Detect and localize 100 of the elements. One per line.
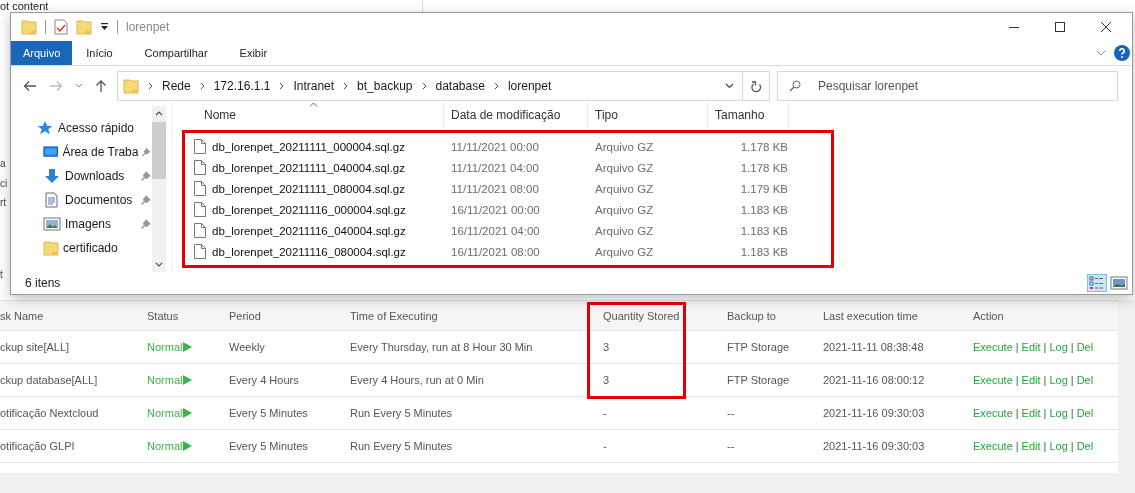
table-cell-text: 1.183 KB xyxy=(739,245,789,258)
table-cell-text: Every 4 Hours, run at 0 Min xyxy=(350,374,485,386)
table-cell-text: 16/11/2021 04:00 xyxy=(450,224,541,237)
table-cell-text: Arquivo GZ xyxy=(594,245,655,258)
file-name[interactable]: db_lorenpet_20211111_040004.sql.gz xyxy=(212,161,405,174)
breadcrumb-item[interactable]: lorenpet xyxy=(507,79,552,93)
table-cell-text: Weekly xyxy=(229,341,266,353)
sidebar-item[interactable]: Documentos xyxy=(11,188,152,212)
column-header[interactable]: Tamanho xyxy=(708,102,789,128)
page-text: rt xyxy=(0,196,8,210)
play-icon[interactable] xyxy=(183,408,193,418)
folder-icon xyxy=(43,240,59,256)
page-text: a xyxy=(0,157,7,171)
separator-text: | xyxy=(1043,407,1047,419)
column-header: Backup to xyxy=(727,309,777,322)
sidebar-item[interactable]: Acesso rápido xyxy=(11,116,152,140)
table-cell-text: ckup site[ALL] xyxy=(0,341,71,353)
file-icon xyxy=(194,244,206,259)
table-cell-text: 2021-11-16 09:30:03 xyxy=(823,407,926,419)
sidebar-item[interactable]: Downloads xyxy=(11,164,152,188)
folder-icon xyxy=(76,19,92,35)
table-cell-text: Arquivo GZ xyxy=(594,140,655,153)
column-header[interactable]: Tipo xyxy=(588,102,708,128)
play-icon[interactable] xyxy=(183,342,193,352)
close-icon[interactable] xyxy=(1100,21,1112,33)
maximize-icon[interactable] xyxy=(1054,21,1066,33)
table-cell-text: 1.179 KB xyxy=(739,182,789,195)
file-name[interactable]: db_lorenpet_20211116_040004.sql.gz xyxy=(212,224,406,237)
up-icon[interactable] xyxy=(95,79,107,93)
chevron-icon xyxy=(493,82,499,90)
table-cell-text: 11/11/2021 08:00 xyxy=(450,182,540,195)
search-field[interactable]: Pesquisar lorenpet xyxy=(777,71,1118,101)
breadcrumb-item[interactable]: bt_backup xyxy=(357,79,413,93)
star-icon xyxy=(36,120,54,136)
status-text: Normal xyxy=(147,407,183,419)
ribbon-tab[interactable]: Início xyxy=(72,41,131,65)
table-cell-text: otificação Nextcloud xyxy=(0,407,100,419)
address-bar[interactable]: Rede 172.16.1.1 Intranet bt_backup database lorenpet xyxy=(117,71,770,101)
chevron-icon[interactable] xyxy=(155,262,163,268)
folder-icon xyxy=(123,78,139,94)
file-icon xyxy=(194,202,206,217)
breadcrumb-item[interactable]: 172.16.1.1 xyxy=(213,79,271,93)
chevron-icon[interactable] xyxy=(724,83,734,89)
breadcrumb-item[interactable]: Intranet xyxy=(293,79,335,93)
scrollbar-thumb[interactable] xyxy=(152,122,166,179)
chevron-icon[interactable] xyxy=(155,110,163,116)
file-name[interactable]: db_lorenpet_20211111_080004.sql.gz xyxy=(212,182,405,195)
refresh-icon[interactable] xyxy=(750,79,762,93)
column-header: sk Name xyxy=(0,309,45,322)
image-icon xyxy=(43,216,61,232)
folder-icon xyxy=(21,19,37,35)
separator-text: | xyxy=(1015,341,1019,353)
document-icon xyxy=(43,192,61,208)
scrollbar[interactable] xyxy=(152,106,166,272)
properties-icon[interactable] xyxy=(54,19,68,35)
chevron-icon xyxy=(148,82,153,90)
table-cell-text: ckup database[ALL] xyxy=(0,374,99,386)
table-cell-text: 16/11/2021 08:00 xyxy=(450,245,541,258)
chevron-icon xyxy=(279,82,285,90)
dropdown-icon[interactable] xyxy=(100,23,109,31)
sidebar-item[interactable]: Área de Traba xyxy=(11,140,152,164)
column-header: Quantity Stored xyxy=(603,309,727,322)
table-cell-text: FTP Storage xyxy=(727,341,791,353)
column-header[interactable]: Data de modificação xyxy=(444,102,588,128)
status-text: Normal xyxy=(147,374,183,386)
separator-text: | xyxy=(1070,407,1074,419)
table-cell-text: - xyxy=(603,407,608,419)
separator-text: | xyxy=(1043,341,1047,353)
column-header: Period xyxy=(229,309,262,322)
file-name[interactable]: db_lorenpet_20211116_080004.sql.gz xyxy=(212,245,406,258)
table-cell-text: 11/11/2021 04:00 xyxy=(450,161,540,174)
play-icon[interactable] xyxy=(183,441,193,451)
status-text: Normal xyxy=(147,440,183,452)
table-cell-text: 3 xyxy=(603,341,611,353)
file-name[interactable]: db_lorenpet_20211111_000004.sql.gz xyxy=(212,140,405,153)
sidebar-item[interactable]: Imagens xyxy=(11,212,152,236)
ribbon-tab[interactable]: Compartilhar xyxy=(130,41,226,65)
help-icon[interactable] xyxy=(1114,45,1130,61)
table-cell-text: Every 5 Minutes xyxy=(229,440,309,452)
table-cell-text: 11/11/2021 00:00 xyxy=(450,140,540,153)
separator-text: | xyxy=(1043,440,1047,452)
column-header[interactable]: Nome xyxy=(182,102,444,128)
table-cell-text: Every 5 Minutes xyxy=(229,407,309,419)
ribbon-tab[interactable]: Exibir xyxy=(225,41,286,65)
details-view-icon[interactable] xyxy=(1087,274,1107,292)
ribbon-tab[interactable]: Arquivo xyxy=(11,41,73,65)
separator-text: | xyxy=(1015,407,1019,419)
breadcrumb-item[interactable]: database xyxy=(435,79,485,93)
file-icon xyxy=(194,181,206,196)
breadcrumb-item[interactable]: Rede xyxy=(162,79,191,93)
column-header: Status xyxy=(147,309,180,322)
play-icon[interactable] xyxy=(183,375,193,385)
back-icon[interactable] xyxy=(23,80,37,92)
table-cell-text: 1.183 KB xyxy=(739,224,789,237)
sidebar-item[interactable]: certificado xyxy=(11,236,152,260)
table-cell-text: 1.178 KB xyxy=(739,161,789,174)
window-title: lorenpet xyxy=(126,20,170,34)
large-icons-view-icon[interactable] xyxy=(1110,275,1128,291)
separator-text: | xyxy=(1015,374,1019,386)
file-name[interactable]: db_lorenpet_20211116_000004.sql.gz xyxy=(212,203,406,216)
